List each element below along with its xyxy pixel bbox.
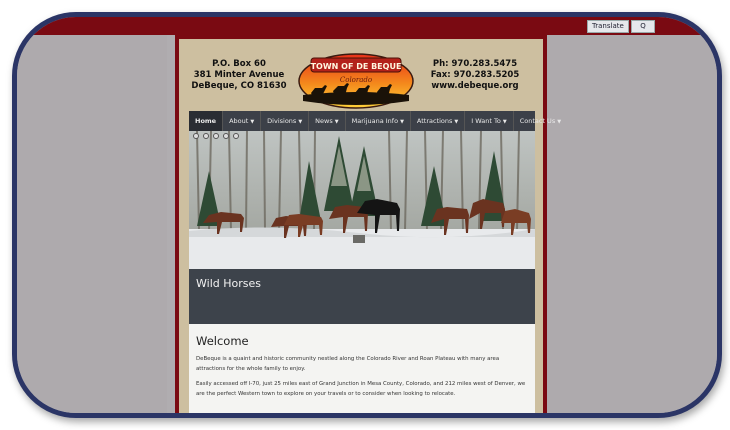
caret-down-icon: ▼	[454, 119, 459, 125]
caret-down-icon: ▼	[334, 119, 339, 125]
slide-dot[interactable]	[233, 133, 239, 139]
phone-text: Ph: 970.283.5475	[432, 59, 518, 69]
hero-image	[189, 131, 535, 269]
caret-down-icon: ▼	[502, 119, 507, 125]
nav-item-i-want-to[interactable]: I Want To ▼	[465, 111, 514, 131]
page-card: P.O. Box 60 381 Minter Avenue DeBeque, C…	[179, 39, 561, 413]
main-nav: Home About ▼ Divisions ▼ News ▼ Marijuana I…	[189, 111, 561, 131]
search-icon[interactable]: Q	[631, 20, 655, 33]
address-block: P.O. Box 60 381 Minter Avenue DeBeque, C…	[189, 59, 289, 92]
top-bar: Translate Q	[17, 17, 717, 35]
slide-indicators	[193, 133, 239, 139]
slide-dot[interactable]	[213, 133, 219, 139]
caret-down-icon: ▼	[298, 119, 303, 125]
address-line: 381 Minter Avenue	[193, 70, 285, 80]
nav-item-about[interactable]: About ▼	[223, 111, 262, 131]
hero-title: Wild Horses	[196, 277, 261, 290]
translate-button[interactable]: Translate	[587, 20, 629, 33]
right-margin	[547, 35, 717, 413]
fax-text: Fax: 970.283.5205	[430, 70, 520, 80]
left-margin	[17, 35, 167, 413]
nav-item-label: About	[229, 117, 249, 125]
nav-item-label: Divisions	[267, 117, 297, 125]
nav-item-label: I Want To	[471, 117, 501, 125]
nav-item-marijuana-info[interactable]: Marijuana Info ▼	[346, 111, 411, 131]
town-logo[interactable]: TOWN OF DE BEQUE Colorado	[297, 49, 415, 109]
page-wrapper: P.O. Box 60 381 Minter Avenue DeBeque, C…	[175, 35, 561, 413]
hero-caption: Wild Horses	[189, 269, 535, 324]
nav-item-contact-us[interactable]: Contact Us ▼	[514, 111, 567, 131]
nav-item-label: Contact Us	[519, 117, 556, 125]
location-paragraph: Easily accessed off I-70, just 25 miles …	[196, 381, 526, 397]
nav-item-home[interactable]: Home	[189, 111, 224, 131]
intro-paragraph: DeBeque is a quaint and historic communi…	[196, 356, 500, 372]
address-line: DeBeque, CO 81630	[191, 81, 287, 91]
nav-item-news[interactable]: News ▼	[309, 111, 346, 131]
nav-item-attractions[interactable]: Attractions ▼	[411, 111, 466, 131]
nav-item-label: Attractions	[416, 117, 453, 125]
address-line: P.O. Box 60	[212, 59, 266, 69]
nav-item-label: Home	[195, 117, 217, 125]
logo-title: TOWN OF DE BEQUE	[311, 62, 402, 71]
contact-block: Ph: 970.283.5475 Fax: 970.283.5205 www.d…	[415, 59, 535, 92]
main-content: Welcome DeBeque is a quaint and historic…	[189, 324, 535, 413]
caret-down-icon: ▼	[250, 119, 255, 125]
website-link[interactable]: www.debeque.org	[415, 81, 535, 92]
page-title: Welcome	[196, 334, 249, 348]
nav-item-label: News	[315, 117, 333, 125]
slide-dot[interactable]	[203, 133, 209, 139]
slide-dot[interactable]	[223, 133, 229, 139]
caret-down-icon: ▼	[557, 119, 562, 125]
caret-down-icon: ▼	[400, 119, 404, 125]
slide-dot[interactable]	[193, 133, 199, 139]
nav-item-divisions[interactable]: Divisions ▼	[261, 111, 310, 131]
nav-item-label: Marijuana Info	[351, 117, 399, 125]
logo-subtitle: Colorado	[340, 76, 372, 84]
browser-frame: Translate Q P.O. Box 60 381 Minter Avenu…	[12, 12, 722, 418]
hero-slideshow[interactable]	[189, 131, 535, 269]
